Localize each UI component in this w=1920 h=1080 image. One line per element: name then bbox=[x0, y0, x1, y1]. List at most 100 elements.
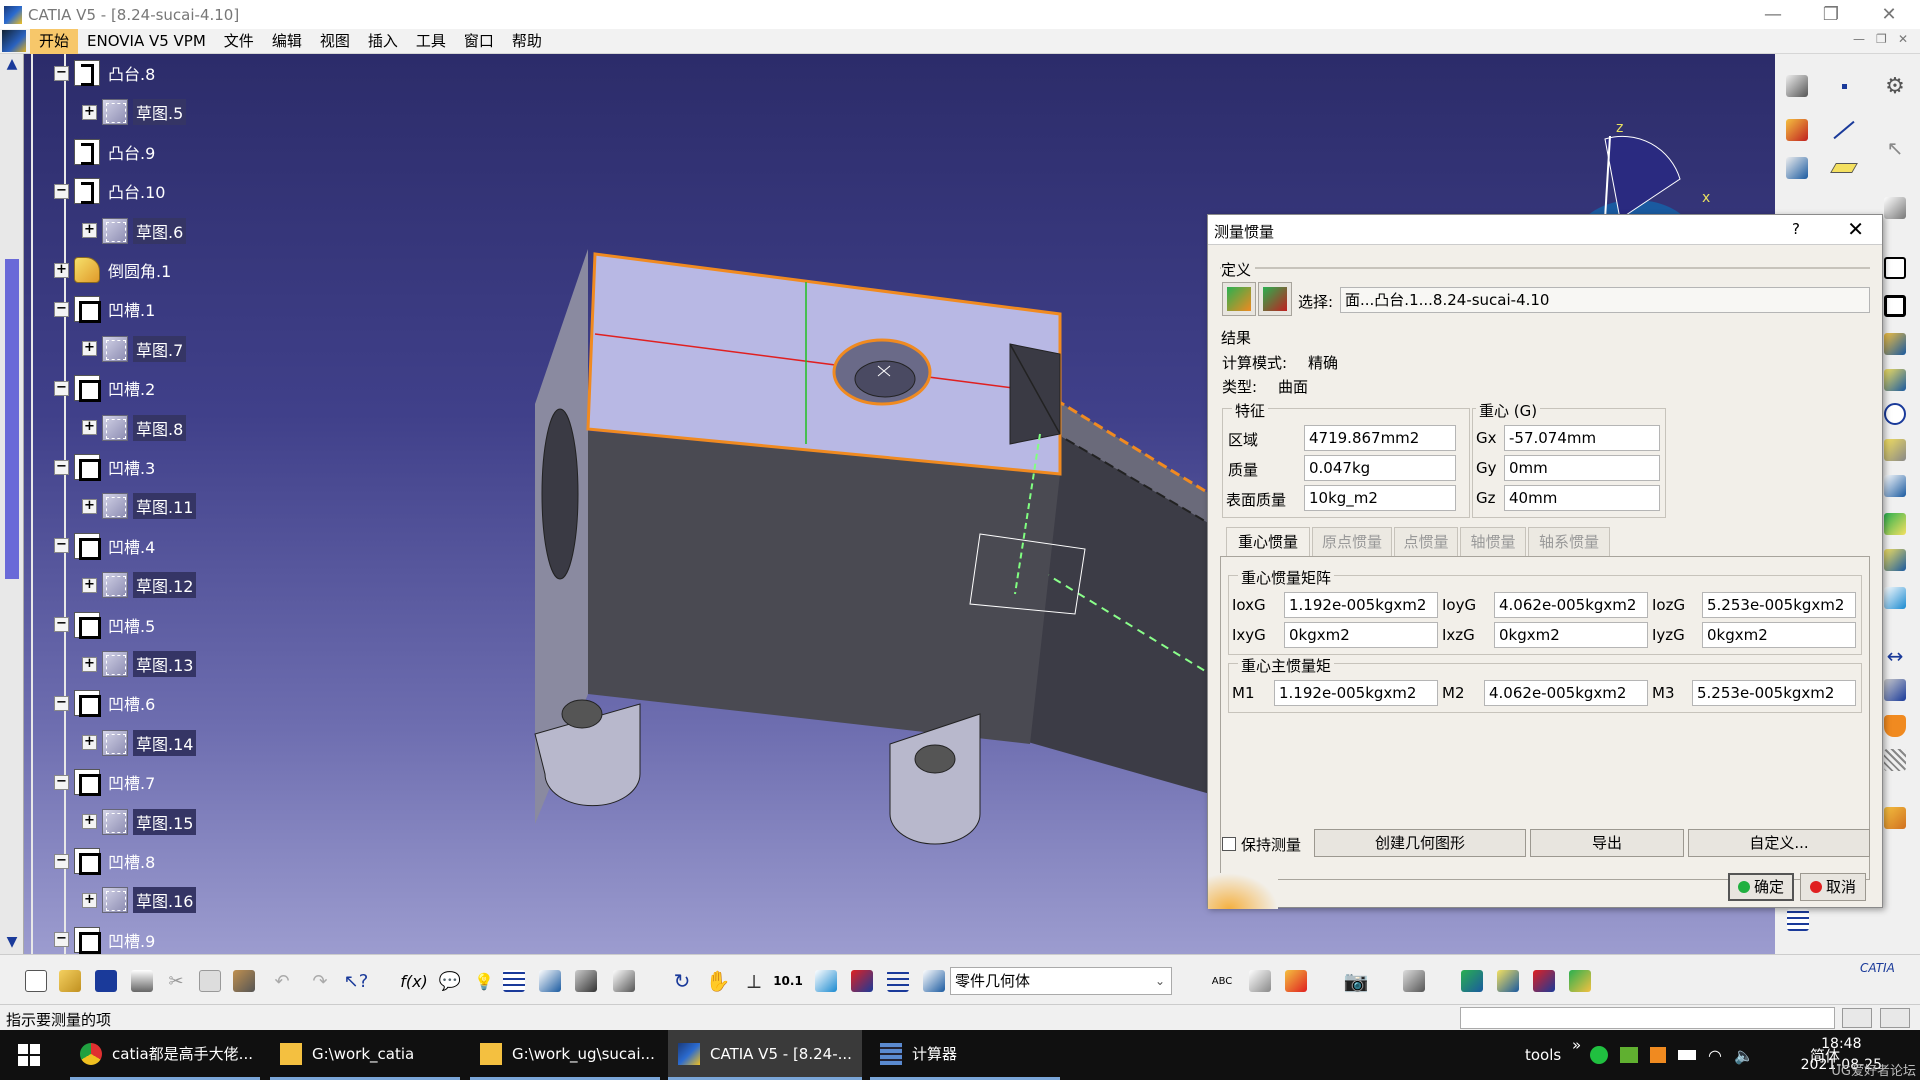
slot-icon[interactable] bbox=[1881, 472, 1909, 500]
fly-mode-icon[interactable]: ↻ bbox=[668, 967, 696, 995]
tree-node[interactable]: 凸台.9 bbox=[54, 138, 158, 166]
ok-button[interactable]: 确定 bbox=[1728, 873, 1794, 901]
tree-node[interactable]: − 凹槽.3 bbox=[54, 453, 158, 481]
m3-field[interactable]: 5.253e-005kgxm2 bbox=[1692, 680, 1856, 706]
axis-icon[interactable]: ⟂ bbox=[740, 967, 768, 995]
undo-icon[interactable]: ↶ bbox=[268, 967, 296, 995]
create-geometry-button[interactable]: 创建几何图形 bbox=[1314, 829, 1526, 857]
tree-expand-toggle[interactable]: + bbox=[82, 814, 97, 830]
cut-icon[interactable]: ✂ bbox=[162, 967, 190, 995]
solid-color-icon[interactable] bbox=[1783, 116, 1811, 144]
print-icon[interactable] bbox=[128, 967, 156, 995]
analysis-icon[interactable] bbox=[1458, 967, 1486, 995]
compass-widget[interactable]: z x bbox=[1560, 94, 1720, 224]
pad-icon[interactable] bbox=[1881, 254, 1909, 282]
tree-node[interactable]: − 凸台.10 bbox=[54, 177, 168, 205]
menu-tools[interactable]: 工具 bbox=[407, 29, 455, 54]
menu-start[interactable]: 开始 bbox=[30, 28, 79, 54]
tree-expand-toggle[interactable]: − bbox=[54, 459, 69, 475]
body-selector-combo[interactable]: 零件几何体 ⌄ bbox=[950, 967, 1172, 995]
tree-node[interactable]: + 草图.14 bbox=[82, 729, 197, 757]
apply-material-icon[interactable] bbox=[1881, 804, 1909, 832]
draft-icon[interactable] bbox=[1881, 584, 1909, 612]
wechat-icon[interactable] bbox=[1590, 1046, 1608, 1064]
menu-edit[interactable]: 编辑 bbox=[263, 29, 311, 54]
gx-field[interactable]: -57.074mm bbox=[1504, 425, 1660, 451]
tree-expand-toggle[interactable]: + bbox=[82, 498, 97, 514]
iozg-field[interactable]: 5.253e-005kgxm2 bbox=[1702, 592, 1856, 618]
tree-node[interactable]: − 凹槽.4 bbox=[54, 532, 158, 560]
gz-field[interactable]: 40mm bbox=[1504, 485, 1660, 511]
menu-enovia[interactable]: ENOVIA V5 VPM bbox=[78, 29, 215, 54]
customize-button[interactable]: 自定义... bbox=[1688, 829, 1870, 857]
tree-node[interactable]: + 草图.8 bbox=[82, 414, 187, 442]
plane-icon[interactable] bbox=[1830, 154, 1858, 182]
measure-inertia-3d-icon[interactable] bbox=[1222, 282, 1256, 316]
tree-expand-toggle[interactable]: + bbox=[82, 656, 97, 672]
settings-gear-icon[interactable]: ⚙ bbox=[1881, 72, 1909, 100]
menu-window[interactable]: 窗口 bbox=[455, 29, 503, 54]
tab-cog-inertia[interactable]: 重心惯量 bbox=[1226, 527, 1310, 557]
m1-field[interactable]: 1.192e-005kgxm2 bbox=[1274, 680, 1438, 706]
scroll-down-icon[interactable]: ▼ bbox=[3, 934, 21, 950]
measure-inertia-icon[interactable] bbox=[1881, 712, 1909, 740]
tray-tools[interactable]: tools bbox=[1525, 1030, 1561, 1080]
select-arrow-icon[interactable]: ↖ bbox=[1881, 134, 1909, 162]
menu-file[interactable]: 文件 bbox=[215, 29, 263, 54]
tree-node[interactable]: + 草图.13 bbox=[82, 650, 197, 678]
scroll-thumb[interactable] bbox=[5, 259, 19, 579]
pan-icon[interactable]: ✋ bbox=[704, 967, 732, 995]
tab-axis-inertia[interactable]: 轴惯量 bbox=[1460, 527, 1526, 557]
formula-icon[interactable]: f(x) bbox=[400, 967, 428, 995]
task-calculator[interactable]: 计算器 bbox=[870, 1030, 1060, 1080]
dialog-close-button[interactable]: ✕ bbox=[1847, 217, 1864, 241]
groove-icon[interactable] bbox=[1881, 366, 1909, 394]
task-explorer-ug[interactable]: G:\work_ug\sucai... bbox=[470, 1030, 660, 1080]
whats-this-icon[interactable]: ↖? bbox=[342, 967, 370, 995]
tree-node[interactable]: + 草图.16 bbox=[82, 886, 197, 914]
tree-expand-toggle[interactable]: + bbox=[54, 262, 69, 278]
gy-field[interactable]: 0mm bbox=[1504, 455, 1660, 481]
tree-expand-toggle[interactable]: + bbox=[82, 577, 97, 593]
selection-field[interactable]: 面...凸台.1...8.24-sucai-4.10 bbox=[1340, 287, 1870, 313]
isometric-view-icon[interactable] bbox=[812, 967, 840, 995]
swap-space-icon[interactable] bbox=[920, 967, 948, 995]
instantiate-icon[interactable] bbox=[572, 967, 600, 995]
sketcher-icon[interactable] bbox=[1881, 194, 1909, 222]
command-input[interactable] bbox=[1460, 1007, 1835, 1029]
fillet-icon[interactable] bbox=[1881, 546, 1909, 574]
tree-node[interactable]: + 倒圆角.1 bbox=[54, 256, 174, 284]
thickness-icon[interactable] bbox=[1566, 967, 1594, 995]
tree-expand-toggle[interactable]: − bbox=[54, 380, 69, 396]
camera-icon[interactable]: 📷 bbox=[1342, 967, 1370, 995]
tree-expand-toggle[interactable]: − bbox=[54, 183, 69, 199]
doc-close-button[interactable]: ✕ bbox=[1898, 32, 1908, 46]
redo-icon[interactable]: ↷ bbox=[306, 967, 334, 995]
export-button[interactable]: 导出 bbox=[1530, 829, 1684, 857]
menu-help[interactable]: 帮助 bbox=[503, 29, 551, 54]
table-icon[interactable] bbox=[1784, 906, 1812, 934]
copy-icon[interactable] bbox=[196, 967, 224, 995]
doc-minimize-button[interactable]: — bbox=[1853, 32, 1865, 46]
solid-combine-icon[interactable] bbox=[1881, 510, 1909, 538]
tree-node[interactable]: + 草图.5 bbox=[82, 98, 187, 126]
save-icon[interactable] bbox=[92, 967, 120, 995]
hatch-icon[interactable] bbox=[1881, 746, 1909, 774]
doc-restore-button[interactable]: ❐ bbox=[1876, 32, 1887, 46]
design-table-icon[interactable] bbox=[500, 967, 528, 995]
minimize-button[interactable]: — bbox=[1744, 0, 1802, 29]
ioxg-field[interactable]: 1.192e-005kgxm2 bbox=[1284, 592, 1438, 618]
normal-view-icon[interactable]: 10.1 bbox=[773, 967, 803, 995]
knowledge-icon[interactable]: 💬 bbox=[436, 967, 464, 995]
tree-node[interactable]: − 凹槽.2 bbox=[54, 374, 158, 403]
tree-node[interactable]: − 凹槽.8 bbox=[54, 847, 158, 875]
paste-icon[interactable] bbox=[230, 967, 258, 995]
measure-between-icon[interactable]: ↔ bbox=[1881, 642, 1909, 670]
tree-expand-toggle[interactable]: − bbox=[54, 538, 69, 554]
surface-mass-field[interactable]: 10kg_m2 bbox=[1304, 485, 1456, 511]
tree-expand-toggle[interactable]: − bbox=[54, 695, 69, 711]
tab-origin-inertia[interactable]: 原点惯量 bbox=[1312, 527, 1392, 557]
shaft-icon[interactable] bbox=[1881, 330, 1909, 358]
close-button[interactable]: ✕ bbox=[1860, 0, 1918, 29]
tree-expand-toggle[interactable]: − bbox=[54, 301, 69, 317]
